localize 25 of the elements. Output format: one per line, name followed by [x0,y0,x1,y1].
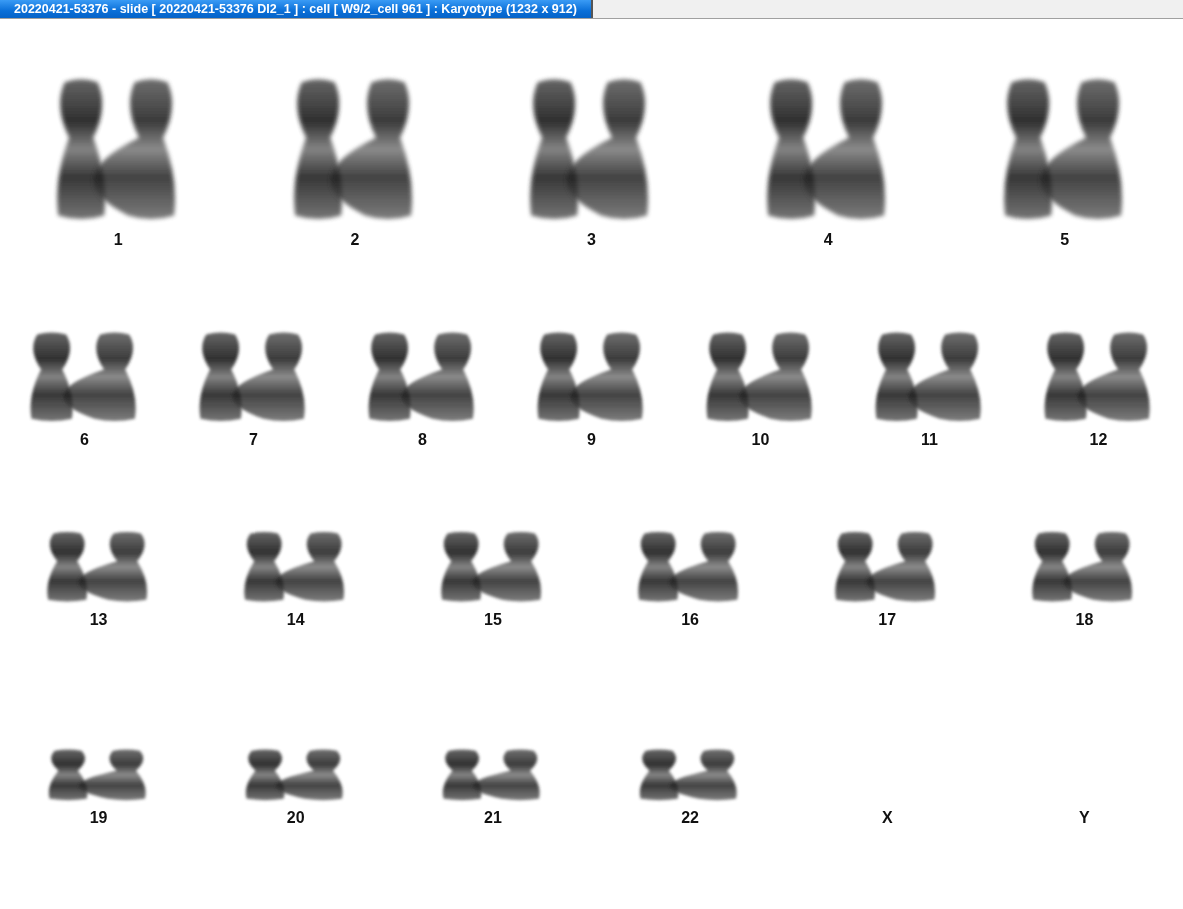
chromosome-number: Y [1079,809,1090,827]
chromosome-number: 16 [681,611,699,629]
chromosome-number: 7 [249,431,258,449]
chromosome-number: 1 [113,231,123,249]
chromosome-number: 3 [587,231,596,249]
chromosome-number: 12 [1089,431,1108,449]
chromosome-number: 15 [484,611,502,629]
chromosome-number: 6 [80,431,89,449]
chromosome-number: 14 [286,611,305,629]
chromosome-number: 19 [89,809,108,827]
chromosome-number: 11 [921,431,938,449]
chromosome-number: 21 [484,809,502,827]
window-title: 20220421-53376 - slide [ 20220421-53376 DI2_1 ] : cell [ W9/2_cell 961 ] : Karyotype (1232 x 912) [0,0,593,18]
chromosome-number: 5 [1060,231,1070,249]
chromosome-number: 20 [286,809,305,827]
chromosome-number: 9 [587,431,596,449]
chromosome-number: 4 [823,231,833,249]
chromosome-number: 17 [878,611,897,629]
chromosome-number: 13 [89,611,108,629]
chromosome-number: 2 [350,231,360,249]
chromosome-number: X [881,809,893,827]
chromosome-number: 22 [681,809,699,827]
chromosome-number: 8 [418,431,427,449]
chromosome-number: 10 [751,431,770,449]
chromosome-number: 18 [1075,611,1094,629]
